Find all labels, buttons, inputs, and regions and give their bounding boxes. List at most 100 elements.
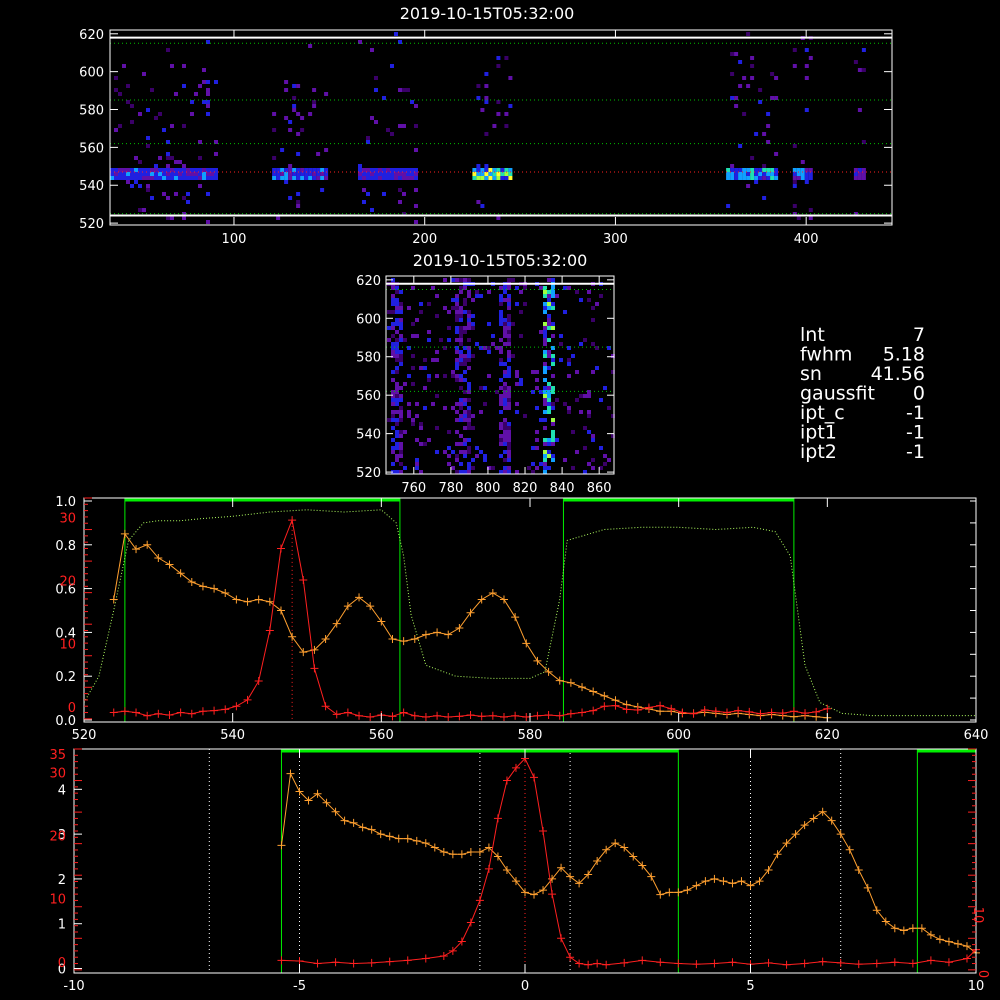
heatmap-cell: [796, 172, 801, 176]
heatmap-cell: [206, 112, 210, 116]
x-tick-label: 760: [401, 481, 426, 496]
heatmap-cell: [399, 430, 403, 434]
normalized-profile-point: [944, 937, 953, 946]
heatmap-cell: [507, 298, 511, 302]
normalized-profile-point: [611, 839, 620, 848]
heatmap-cell: [770, 96, 775, 100]
heatmap-cell: [206, 100, 210, 104]
heatmap-cell: [415, 414, 419, 418]
heatmap-cell: [455, 346, 459, 350]
heatmap-cell: [186, 176, 190, 180]
heatmap-cell: [796, 176, 801, 180]
heatmap-cell: [174, 176, 178, 180]
heatmap-cell: [575, 398, 579, 402]
heatmap-cell: [591, 434, 595, 438]
heatmap-cell: [370, 172, 374, 176]
heatmap-cell: [459, 462, 463, 466]
heatmap-cell: [467, 390, 471, 394]
heatmap-cell: [750, 168, 755, 172]
raw-profile-point: [176, 708, 185, 717]
normalized-profile-point: [499, 595, 508, 604]
heatmap-cell: [503, 370, 507, 374]
heatmap-cell: [194, 176, 198, 180]
heatmap-cell: [190, 100, 194, 104]
heatmap-cell: [174, 172, 178, 176]
heatmap-cell: [467, 366, 471, 370]
heatmap-cell: [459, 362, 463, 366]
heatmap-cell: [480, 168, 485, 172]
heatmap-cell: [471, 298, 475, 302]
heatmap-cell: [154, 172, 158, 176]
heatmap-cell: [503, 342, 507, 346]
heatmap-cell: [292, 168, 297, 172]
heatmap-cell: [730, 164, 735, 168]
heatmap-cell: [535, 378, 539, 382]
heatmap-cell: [484, 176, 489, 180]
heatmap-cell: [403, 430, 407, 434]
heatmap-cell: [543, 426, 547, 430]
heatmap-cell: [503, 434, 507, 438]
heatmap-cell: [499, 302, 503, 306]
heatmap-cell: [495, 390, 499, 394]
heatmap-cell: [455, 366, 459, 370]
normalized-profile-point: [232, 595, 241, 604]
velocity-profile-panel: -10 -5 0 5 1001234350102030010: [49, 748, 990, 994]
heatmap-cell: [607, 458, 611, 462]
heatmap-cell: [312, 172, 317, 176]
heatmap-cell: [758, 176, 763, 180]
heatmap-cell: [370, 48, 374, 52]
heatmap-cell: [174, 160, 178, 164]
heatmap-cell: [130, 184, 134, 188]
heatmap-cell: [567, 406, 571, 410]
heatmap-cell: [535, 446, 539, 450]
heatmap-cell: [382, 176, 386, 180]
velocity-profile-windows: [208, 748, 976, 973]
heatmap-cell: [206, 168, 210, 172]
heatmap-cell: [126, 84, 130, 88]
heatmap-cell: [503, 466, 507, 470]
heatmap-cell: [407, 410, 411, 414]
heatmap-cell: [762, 172, 767, 176]
heatmap-cell: [194, 172, 198, 176]
heatmap-cell: [114, 176, 118, 180]
heatmap-cell: [214, 176, 218, 180]
heatmap-cell: [190, 168, 194, 172]
heatmap-cell: [471, 314, 475, 318]
heatmap-cell: [395, 290, 399, 294]
heatmap-cell: [488, 168, 493, 172]
heatmap-cell: [579, 342, 583, 346]
heatmap-cell: [399, 446, 403, 450]
raw-profile-point: [692, 960, 701, 969]
heatmap-cell: [519, 378, 523, 382]
heatmap-cell: [738, 84, 743, 88]
heatmap-cell: [499, 426, 503, 430]
heatmap-cell: [288, 172, 293, 176]
heatmap-cell: [182, 164, 186, 168]
heatmap-cell: [547, 298, 551, 302]
heatmap-cell: [459, 350, 463, 354]
heatmap-cell: [563, 458, 567, 462]
raw-profile-point: [756, 709, 765, 718]
heatmap-cell: [178, 168, 182, 172]
heatmap-cell: [467, 466, 471, 470]
heatmap-cell: [459, 402, 463, 406]
heatmap-cell: [507, 398, 511, 402]
heatmap-cell: [551, 334, 555, 338]
heatmap-cell: [399, 322, 403, 326]
heatmap-cell: [742, 168, 747, 172]
heatmap-cell: [499, 434, 503, 438]
heatmap-cell: [587, 462, 591, 466]
heatmap-cell: [459, 398, 463, 402]
heatmap-cell: [547, 398, 551, 402]
heatmap-cell: [507, 450, 511, 454]
heatmap-cell: [455, 330, 459, 334]
heatmap-cell: [146, 108, 150, 112]
heatmap-cell: [276, 176, 281, 180]
heatmap-cell: [515, 410, 519, 414]
raw-profile-point: [187, 709, 196, 718]
heatmap-cell: [503, 390, 507, 394]
heatmap-cell: [308, 172, 313, 176]
heatmap-cell: [551, 434, 555, 438]
heatmap-cell: [190, 112, 194, 116]
heatmap-cell: [467, 322, 471, 326]
